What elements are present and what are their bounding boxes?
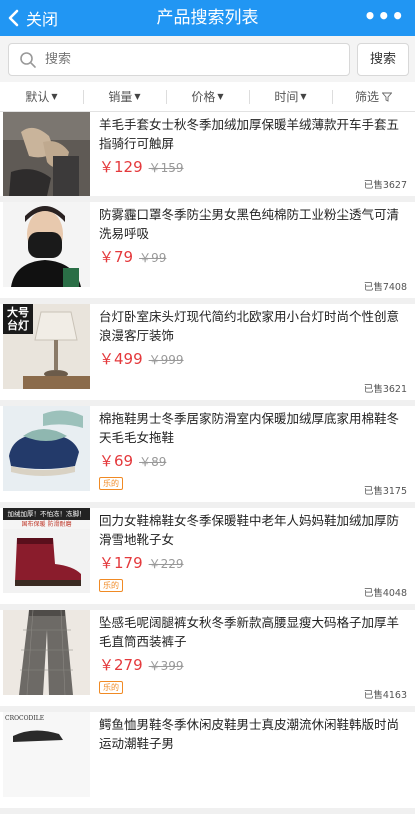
promo-tag: 乐的 (99, 579, 123, 592)
price-row: ￥499 ￥999 (99, 348, 409, 369)
product-info: 坠感毛呢阔腿裤女秋冬季新款高腰显瘦大码格子加厚羊毛直筒西装裤子 ￥279 ￥39… (99, 613, 409, 694)
sold-count: 已售4048 (363, 588, 407, 599)
filter-label: 价格 (191, 90, 216, 104)
product-name: 防雾霾口罩冬季防尘男女黑色纯棉防工业粉尘透气可清洗易呼吸 (99, 207, 400, 241)
sold-count: 已售3627 (363, 180, 407, 191)
product-name: 坠感毛呢阔腿裤女秋冬季新款高腰显瘦大码格子加厚羊毛直筒西装裤子 (99, 615, 400, 649)
original-price: ￥229 (148, 557, 184, 571)
product-image (3, 112, 90, 196)
product-item[interactable]: 加绒加厚！不怕冻！冻脚！ 国布保暖 防滑耐磨 回力女鞋棉鞋女冬季保暖鞋中老年人妈… (0, 508, 415, 604)
product-item[interactable]: 棉拖鞋男士冬季居家防滑室内保暖加绒厚底家用棉鞋冬天毛毛女拖鞋 ￥69 ￥89 乐… (0, 406, 415, 502)
product-info: 台灯卧室床头灯现代简约北欧家用小台灯时尚个性创意浪漫客厅装饰 ￥499 ￥999 (99, 307, 409, 369)
product-image: 加绒加厚！不怕冻！冻脚！ 国布保暖 防滑耐磨 (3, 508, 90, 593)
price-row: ￥179 ￥229 (99, 552, 409, 573)
product-image (3, 610, 90, 695)
product-info: 回力女鞋棉鞋女冬季保暖鞋中老年人妈妈鞋加绒加厚防滑雪地靴子女 ￥179 ￥229… (99, 511, 409, 592)
top-nav-bar: 关闭 产品搜索列表 ••• (0, 0, 415, 36)
sold-count: 已售3175 (363, 486, 407, 497)
product-price: ￥499 (99, 350, 143, 368)
arrow-down-icon: ▼ (217, 92, 224, 101)
product-name: 台灯卧室床头灯现代简约北欧家用小台灯时尚个性创意浪漫客厅装饰 (99, 309, 400, 343)
product-name: 羊毛手套女士秋冬季加绒加厚保暖羊绒薄款开车手套五指骑行可触屏 (99, 117, 400, 151)
sold-count: 已售3621 (363, 384, 407, 395)
filter-screen[interactable]: 筛选 (332, 82, 415, 111)
thumb-label: 大号台灯 (7, 306, 29, 332)
arrow-down-icon: ▼ (51, 92, 58, 101)
product-price: ￥79 (99, 248, 134, 266)
funnel-icon (382, 92, 392, 102)
filter-label: 筛选 (354, 90, 379, 104)
promo-tag: 乐的 (99, 477, 123, 490)
product-image (3, 202, 90, 287)
thumb-brand: CROCODILE (5, 715, 45, 722)
product-info: 棉拖鞋男士冬季居家防滑室内保暖加绒厚底家用棉鞋冬天毛毛女拖鞋 ￥69 ￥89 乐… (99, 409, 409, 490)
thumb-banner: 加绒加厚！不怕冻！冻脚！ (7, 510, 86, 518)
product-info: 羊毛手套女士秋冬季加绒加厚保暖羊绒薄款开车手套五指骑行可触屏 ￥129 ￥159 (99, 115, 409, 177)
sold-count: 已售7408 (363, 282, 407, 293)
filter-label: 时间 (274, 90, 299, 104)
original-price: ￥159 (148, 161, 184, 175)
filter-label: 默认 (25, 90, 50, 104)
product-price: ￥129 (99, 158, 143, 176)
search-field-wrapper[interactable] (8, 43, 350, 76)
search-input[interactable] (45, 52, 325, 67)
price-row: ￥69 ￥89 (99, 450, 409, 471)
search-button[interactable]: 搜索 (357, 43, 409, 76)
product-item[interactable]: 防雾霾口罩冬季防尘男女黑色纯棉防工业粉尘透气可清洗易呼吸 ￥79 ￥99 已售7… (0, 202, 415, 298)
search-bar: 搜索 (0, 36, 415, 82)
product-item[interactable]: 坠感毛呢阔腿裤女秋冬季新款高腰显瘦大码格子加厚羊毛直筒西装裤子 ￥279 ￥39… (0, 610, 415, 706)
original-price: ￥999 (148, 353, 184, 367)
product-image (3, 406, 90, 491)
thumb-caption: 国布保暖 防滑耐磨 (21, 521, 72, 528)
product-image: 大号台灯 (3, 304, 90, 389)
promo-tag: 乐的 (99, 681, 123, 694)
price-row: ￥79 ￥99 (99, 246, 409, 267)
arrow-down-icon: ▼ (300, 92, 307, 101)
filter-time[interactable]: 时间 ▼ (249, 82, 332, 111)
product-info: 防雾霾口罩冬季防尘男女黑色纯棉防工业粉尘透气可清洗易呼吸 ￥79 ￥99 (99, 205, 409, 267)
filter-bar: 默认 ▼ 销量 ▼ 价格 ▼ 时间 ▼ 筛选 (0, 82, 415, 112)
filter-sales[interactable]: 销量 ▼ (83, 82, 166, 111)
original-price: ￥89 (139, 455, 167, 469)
sold-count: 已售4163 (363, 690, 407, 701)
product-name: 棉拖鞋男士冬季居家防滑室内保暖加绒厚底家用棉鞋冬天毛毛女拖鞋 (99, 411, 400, 445)
product-info: 鳄鱼恤男鞋冬季休闲皮鞋男士真皮潮流休闲鞋韩版时尚运动潮鞋子男 (99, 715, 409, 753)
product-item[interactable]: 大号台灯 台灯卧室床头灯现代简约北欧家用小台灯时尚个性创意浪漫客厅装饰 ￥499… (0, 304, 415, 400)
product-item[interactable]: CROCODILE 鳄鱼恤男鞋冬季休闲皮鞋男士真皮潮流休闲鞋韩版时尚运动潮鞋子男 (0, 712, 415, 808)
filter-label: 销量 (108, 90, 133, 104)
filter-price[interactable]: 价格 ▼ (166, 82, 249, 111)
product-image: CROCODILE (3, 712, 90, 797)
original-price: ￥99 (139, 251, 167, 265)
arrow-down-icon: ▼ (134, 92, 141, 101)
product-price: ￥179 (99, 554, 143, 572)
price-row: ￥279 ￥399 (99, 654, 409, 675)
product-item[interactable]: 羊毛手套女士秋冬季加绒加厚保暖羊绒薄款开车手套五指骑行可触屏 ￥129 ￥159… (0, 112, 415, 196)
product-name: 回力女鞋棉鞋女冬季保暖鞋中老年人妈妈鞋加绒加厚防滑雪地靴子女 (99, 513, 400, 547)
price-row: ￥129 ￥159 (99, 156, 409, 177)
product-price: ￥279 (99, 656, 143, 674)
filter-default[interactable]: 默认 ▼ (0, 82, 83, 111)
product-list: 羊毛手套女士秋冬季加绒加厚保暖羊绒薄款开车手套五指骑行可触屏 ￥129 ￥159… (0, 112, 415, 814)
more-menu-button[interactable]: ••• (364, 4, 405, 28)
page-title: 产品搜索列表 (156, 8, 259, 28)
product-name: 鳄鱼恤男鞋冬季休闲皮鞋男士真皮潮流休闲鞋韩版时尚运动潮鞋子男 (99, 717, 400, 751)
original-price: ￥399 (148, 659, 184, 673)
product-price: ￥69 (99, 452, 134, 470)
search-icon (20, 51, 36, 68)
